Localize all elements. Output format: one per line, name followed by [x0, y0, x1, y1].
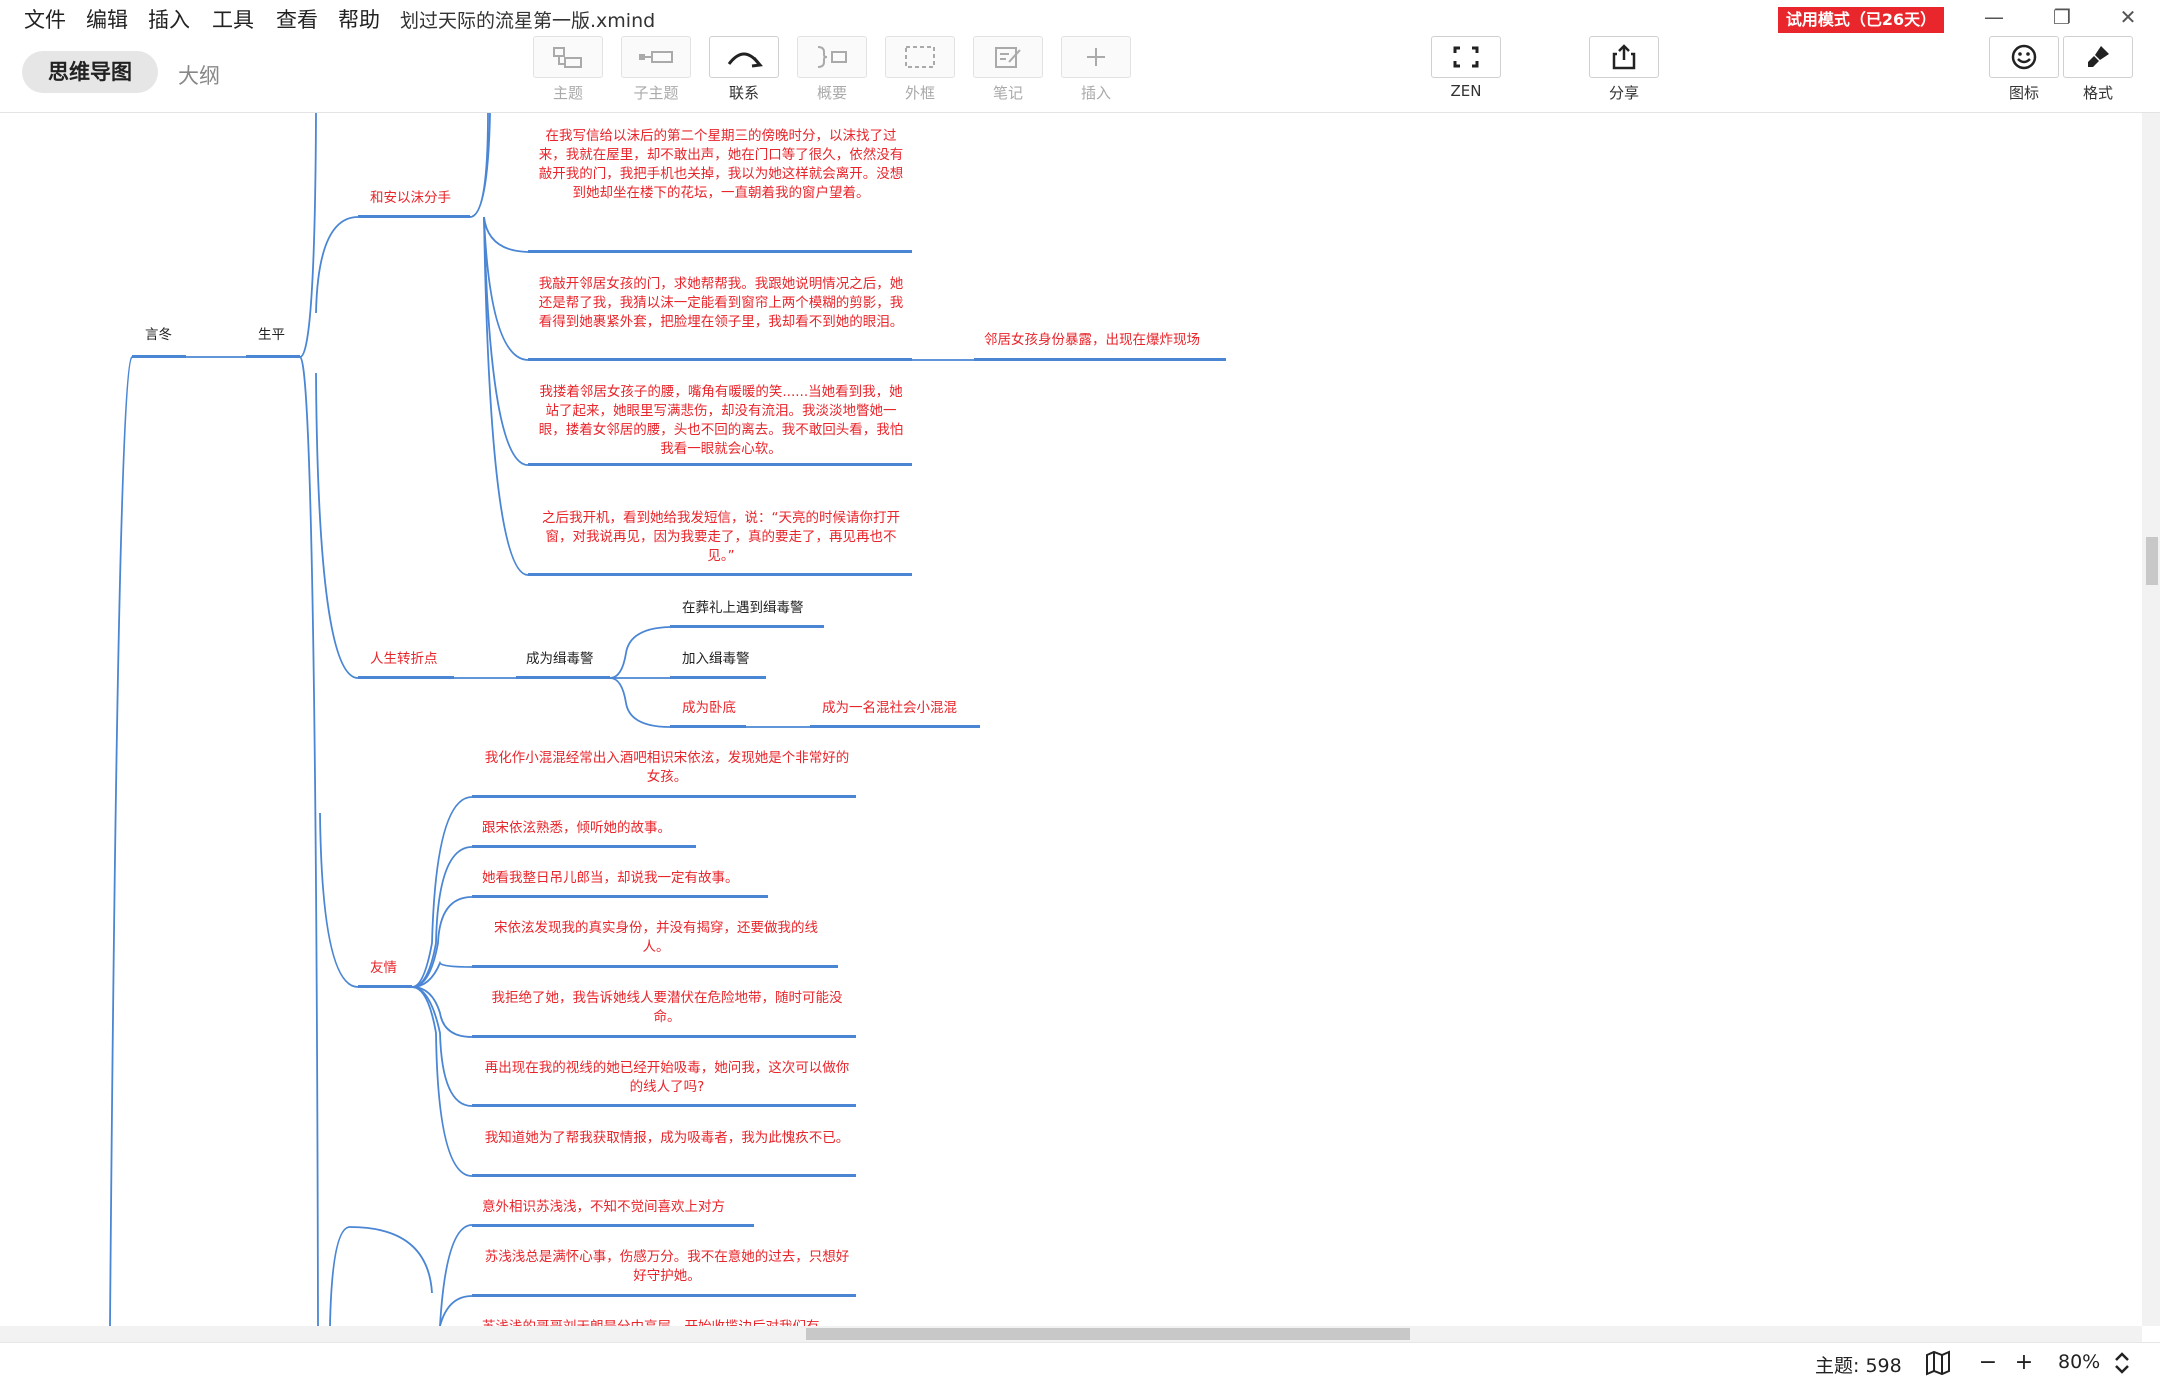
- map-view-icon[interactable]: [1924, 1349, 1952, 1377]
- node-yandong[interactable]: 言冬: [145, 326, 172, 345]
- minimize-icon[interactable]: —: [1974, 2, 2014, 32]
- node-underline: [516, 676, 610, 679]
- outline-view-tab[interactable]: 大纲: [178, 60, 220, 90]
- node-underline: [810, 725, 980, 728]
- node-underline: [472, 1035, 856, 1038]
- love-item-3[interactable]: 苏浅浅的哥哥刘天朗是分中高层，开始收揽边后对我们有: [482, 1318, 820, 1326]
- share-icon: [1612, 44, 1636, 70]
- topic-count: 主题: 598: [1815, 1355, 1902, 1377]
- note-breakup-1[interactable]: 在我写信给以沫后的第二个星期三的傍晚时分，以沫找了过来，我就在屋里，却不敢出声，…: [538, 127, 904, 203]
- subtopic-button[interactable]: 子主题: [620, 36, 692, 103]
- summary-button[interactable]: 概要: [796, 36, 868, 103]
- document-title: 划过天际的流星第一版.xmind: [400, 10, 656, 32]
- node-underline: [670, 725, 746, 728]
- friendship-item-4[interactable]: 宋依泫发现我的真实身份，并没有揭穿，还要做我的线人。: [482, 919, 830, 957]
- zoom-stepper-icon[interactable]: [2108, 1349, 2136, 1377]
- node-gangster[interactable]: 成为一名混社会小混混: [822, 699, 957, 718]
- subtopic-icon: [639, 51, 673, 63]
- insert-icon: [1087, 48, 1105, 66]
- node-underline: [472, 1174, 856, 1177]
- node-underline: [132, 355, 186, 358]
- node-turning-point[interactable]: 人生转折点: [370, 650, 438, 669]
- vertical-scroll-thumb[interactable]: [2146, 537, 2158, 585]
- love-item-2[interactable]: 苏浅浅总是满怀心事，伤感万分。我不在意她的过去，只想好好守护她。: [482, 1248, 852, 1286]
- brush-icon: [2088, 46, 2109, 67]
- node-underline: [528, 573, 912, 576]
- restore-icon[interactable]: ❐: [2042, 2, 2082, 32]
- smiley-icon: [2011, 44, 2037, 70]
- zoom-level[interactable]: 80%: [2058, 1351, 2100, 1373]
- relationship-icon: [727, 52, 763, 68]
- summary-icon: [817, 46, 847, 68]
- menu-help[interactable]: 帮助: [338, 4, 380, 34]
- status-bar: 主题: 598 − + 80%: [0, 1342, 2160, 1381]
- love-item-1[interactable]: 意外相识苏浅浅，不知不觉间喜欢上对方: [482, 1198, 725, 1217]
- node-underline: [528, 250, 912, 253]
- node-become-narcotics-officer[interactable]: 成为缉毒警: [526, 650, 594, 669]
- node-underline: [670, 625, 824, 628]
- friendship-item-2[interactable]: 跟宋依泫熟悉，倾听她的故事。: [482, 819, 671, 838]
- node-underline: [358, 215, 470, 218]
- node-underline: [246, 355, 300, 358]
- note-button[interactable]: 笔记: [972, 36, 1044, 103]
- format-panel-button[interactable]: 格式: [2062, 36, 2134, 103]
- icons-panel-button[interactable]: 图标: [1988, 36, 2060, 103]
- insert-button[interactable]: 插入: [1060, 36, 1132, 103]
- node-undercover[interactable]: 成为卧底: [682, 699, 736, 718]
- menu-edit[interactable]: 编辑: [86, 4, 128, 34]
- boundary-icon: [905, 46, 935, 68]
- toolbar: 思维导图 大纲 主题 子主题 联系 概要 外框 笔记 插入 ZEN 分享 图标: [0, 36, 2160, 113]
- mindmap-view-tab[interactable]: 思维导图: [22, 51, 158, 93]
- node-shengping[interactable]: 生平: [258, 326, 285, 345]
- friendship-item-7[interactable]: 我知道她为了帮我获取情报，成为吸毒者，我为此愧疚不已。: [482, 1129, 852, 1148]
- topic-button[interactable]: 主题: [532, 36, 604, 103]
- node-join-officers[interactable]: 加入缉毒警: [682, 650, 750, 669]
- node-funeral-meet[interactable]: 在葬礼上遇到缉毒警: [682, 599, 804, 618]
- menu-view[interactable]: 查看: [276, 4, 318, 34]
- node-underline: [358, 985, 412, 988]
- menu-insert[interactable]: 插入: [148, 4, 190, 34]
- zen-fullscreen-icon: [1453, 46, 1479, 68]
- menu-file[interactable]: 文件: [24, 4, 66, 34]
- relationship-button[interactable]: 联系: [708, 36, 780, 103]
- node-breakup[interactable]: 和安以沫分手: [370, 189, 451, 208]
- zoom-in-icon[interactable]: +: [2010, 1349, 2038, 1377]
- node-underline: [472, 845, 696, 848]
- node-friendship[interactable]: 友情: [370, 959, 397, 978]
- friendship-item-5[interactable]: 我拒绝了她，我告诉她线人要潜伏在危险地带，随时可能没命。: [482, 989, 852, 1027]
- node-underline: [472, 795, 856, 798]
- node-underline: [528, 463, 912, 466]
- horizontal-scroll-thumb[interactable]: [806, 1328, 1410, 1340]
- vertical-scrollbar[interactable]: [2142, 113, 2160, 1326]
- node-underline: [974, 358, 1226, 361]
- note-breakup-4[interactable]: 之后我开机，看到她给我发短信，说：“天亮的时候请你打开窗，对我说再见，因为我要走…: [538, 509, 904, 566]
- trial-mode-badge[interactable]: 试用模式（已26天）: [1778, 7, 1944, 33]
- node-underline: [472, 1294, 856, 1297]
- node-underline: [528, 358, 912, 361]
- close-icon[interactable]: ✕: [2108, 2, 2148, 32]
- share-button[interactable]: 分享: [1588, 36, 1660, 103]
- menu-tools[interactable]: 工具: [212, 4, 254, 34]
- node-underline: [670, 676, 766, 679]
- zoom-out-icon[interactable]: −: [1974, 1349, 2002, 1377]
- note-icon: [995, 47, 1021, 68]
- note-breakup-2[interactable]: 我敲开邻居女孩的门，求她帮帮我。我跟她说明情况之后，她还是帮了我，我猜以沫一定能…: [538, 275, 904, 332]
- mindmap-connectors: [109, 113, 974, 1326]
- node-underline: [472, 895, 768, 898]
- node-underline: [472, 965, 838, 968]
- note-neighbor[interactable]: 邻居女孩身份暴露，出现在爆炸现场: [984, 331, 1200, 350]
- friendship-item-1[interactable]: 我化作小混混经常出入酒吧相识宋依泫，发现她是个非常好的女孩。: [482, 749, 852, 787]
- mindmap-canvas[interactable]: 言冬 生平 和安以沫分手 在我写信给以沫后的第二个星期三的傍晚时分，以沫找了过来…: [0, 113, 2140, 1326]
- boundary-button[interactable]: 外框: [884, 36, 956, 103]
- friendship-item-6[interactable]: 再出现在我的视线的她已经开始吸毒，她问我，这次可以做你的线人了吗?: [482, 1059, 852, 1097]
- zen-button[interactable]: ZEN: [1430, 36, 1502, 100]
- friendship-item-3[interactable]: 她看我整日吊儿郎当，却说我一定有故事。: [482, 869, 739, 888]
- topic-icon: [553, 47, 582, 68]
- menu-bar: 文件 编辑 插入 工具 查看 帮助 划过天际的流星第一版.xmind 试用模式（…: [0, 0, 2160, 36]
- node-underline: [358, 676, 454, 679]
- node-underline: [472, 1104, 856, 1107]
- node-underline: [472, 1224, 754, 1227]
- note-breakup-3[interactable]: 我搂着邻居女孩子的腰，嘴角有暖暖的笑......当她看到我，她站了起来，她眼里写…: [538, 383, 904, 459]
